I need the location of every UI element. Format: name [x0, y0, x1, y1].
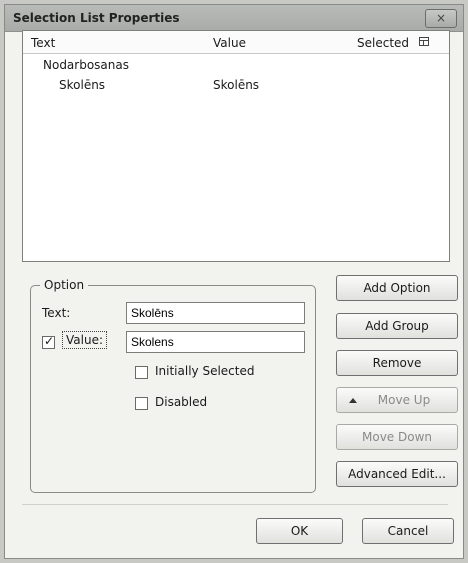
- close-icon: ×: [435, 11, 447, 25]
- list-item-text: Skolēns: [59, 78, 106, 92]
- disabled-label: Disabled: [155, 395, 208, 409]
- add-group-button[interactable]: Add Group: [336, 313, 458, 339]
- value-checkbox[interactable]: [42, 334, 55, 349]
- cancel-button[interactable]: Cancel: [362, 518, 454, 544]
- arrow-up-icon: [349, 398, 357, 403]
- disabled-checkbox[interactable]: [135, 397, 148, 410]
- list-item[interactable]: Nodarbosanas: [23, 55, 449, 75]
- close-button[interactable]: ×: [425, 9, 457, 28]
- list-item-value: Skolēns: [213, 78, 260, 92]
- text-field[interactable]: [126, 302, 305, 324]
- ok-button[interactable]: OK: [256, 518, 343, 544]
- footer-divider: [22, 504, 448, 505]
- initially-selected-label: Initially Selected: [155, 364, 255, 378]
- remove-button[interactable]: Remove: [336, 350, 458, 376]
- column-header-selected[interactable]: Selected: [357, 36, 409, 50]
- option-legend: Option: [40, 278, 89, 292]
- title-bar: Selection List Properties ×: [5, 5, 463, 32]
- column-header-value[interactable]: Value: [213, 36, 246, 50]
- advanced-edit-button[interactable]: Advanced Edit...: [336, 461, 458, 487]
- text-label: Text:: [42, 306, 71, 320]
- list-item-text: Nodarbosanas: [43, 58, 129, 72]
- column-header-text[interactable]: Text: [31, 36, 55, 50]
- move-down-button[interactable]: Move Down: [336, 424, 458, 450]
- options-list[interactable]: Text Value Selected Nodarbosanas Skolēns…: [22, 30, 450, 262]
- move-up-button[interactable]: Move Up: [336, 387, 458, 413]
- window-title: Selection List Properties: [13, 11, 180, 25]
- list-header: Text Value Selected: [23, 31, 449, 54]
- initially-selected-checkbox[interactable]: [135, 366, 148, 379]
- value-field[interactable]: [126, 331, 305, 353]
- move-up-label: Move Up: [377, 393, 431, 407]
- list-item[interactable]: Skolēns Skolēns: [23, 75, 449, 95]
- add-option-button[interactable]: Add Option: [336, 275, 458, 301]
- value-label: Value:: [62, 331, 107, 349]
- column-chooser-icon[interactable]: [419, 37, 429, 46]
